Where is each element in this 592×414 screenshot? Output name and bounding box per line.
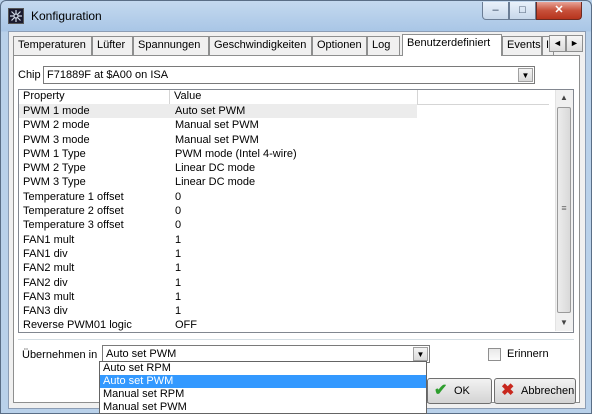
value-cell[interactable]: Auto set PWM bbox=[175, 104, 245, 118]
remember-label: Erinnern bbox=[507, 348, 549, 360]
property-cell: FAN3 div bbox=[23, 305, 68, 318]
dropdown-option[interactable]: Manual set PWM bbox=[100, 401, 426, 414]
table-row[interactable]: PWM 1 mode Auto set PWM bbox=[19, 104, 417, 119]
chip-value: F71889F at $A00 on ISA bbox=[47, 69, 169, 81]
table-row[interactable]: PWM 3 mode Manual set PWM bbox=[19, 133, 549, 147]
scroll-thumb[interactable]: ≡ bbox=[557, 107, 571, 313]
property-cell: PWM 1 Type bbox=[23, 147, 86, 160]
table-row[interactable]: Temperature 1 offset 0 bbox=[19, 190, 549, 204]
property-cell: PWM 3 Type bbox=[23, 176, 86, 189]
apply-label: Übernehmen in bbox=[22, 349, 98, 361]
tab-luefter[interactable]: Lüfter bbox=[92, 36, 133, 55]
value-cell[interactable]: 0 bbox=[175, 218, 181, 232]
tab-temperaturen[interactable]: Temperaturen bbox=[13, 36, 92, 55]
value-cell[interactable]: Manual set PWM bbox=[175, 118, 259, 132]
table-row[interactable]: Reverse PWM01 logic OFF bbox=[19, 318, 549, 332]
table-row[interactable]: FAN2 mult 1 bbox=[19, 261, 549, 275]
value-cell[interactable]: Linear DC mode bbox=[175, 161, 255, 175]
value-cell[interactable]: 1 bbox=[175, 247, 181, 261]
property-cell: Reverse PWM01 logic bbox=[23, 319, 132, 332]
table-row[interactable]: PWM 1 Type PWM mode (Intel 4-wire) bbox=[19, 147, 549, 161]
dialog-client: Temperaturen Lüfter Spannungen Geschwind… bbox=[8, 31, 586, 409]
property-cell: FAN1 div bbox=[23, 247, 68, 260]
chip-label: Chip bbox=[18, 69, 41, 81]
table-row[interactable]: FAN2 div 1 bbox=[19, 276, 549, 290]
value-cell[interactable]: Manual set PWM bbox=[175, 133, 259, 147]
tab-geschwindigkeiten[interactable]: Geschwindigkeiten bbox=[209, 36, 312, 55]
dropdown-option[interactable]: Auto set RPM bbox=[100, 362, 426, 375]
chip-select[interactable]: F71889F at $A00 on ISA ▼ bbox=[43, 66, 535, 84]
apply-dropdown-list: Auto set RPM Auto set PWM Manual set RPM… bbox=[99, 361, 427, 414]
value-cell[interactable]: Linear DC mode bbox=[175, 175, 255, 189]
scroll-down-icon[interactable]: ▼ bbox=[556, 315, 572, 331]
property-cell: FAN1 mult bbox=[23, 233, 75, 246]
table-row[interactable]: PWM 2 mode Manual set PWM bbox=[19, 118, 549, 132]
chevron-down-icon[interactable]: ▼ bbox=[413, 347, 428, 361]
property-cell: Temperature 2 offset bbox=[23, 205, 124, 218]
cross-icon: ✖ bbox=[501, 382, 515, 399]
value-cell[interactable]: 1 bbox=[175, 233, 181, 247]
column-value[interactable]: Value bbox=[170, 90, 418, 104]
scroll-up-icon[interactable]: ▲ bbox=[556, 90, 572, 106]
value-cell[interactable]: 1 bbox=[175, 261, 181, 275]
property-cell: Temperature 1 offset bbox=[23, 190, 124, 203]
column-property[interactable]: Property bbox=[19, 90, 170, 104]
maximize-button[interactable]: □ bbox=[509, 2, 536, 20]
dropdown-option-highlighted[interactable]: Auto set PWM bbox=[100, 375, 426, 388]
checkmark-icon: ✔ bbox=[434, 382, 448, 399]
tab-events[interactable]: Events bbox=[502, 36, 542, 55]
tab-benutzerdefiniert[interactable]: Benutzerdefiniert bbox=[402, 34, 502, 56]
property-grid: Property Value PWM 1 mode Auto set PWM PWM… bbox=[18, 89, 574, 333]
table-row[interactable]: Temperature 2 offset 0 bbox=[19, 204, 549, 218]
value-cell[interactable]: 1 bbox=[175, 304, 181, 318]
tab-scroll-left-button[interactable]: ◄ bbox=[549, 35, 566, 52]
config-window: Konfiguration – □ ✕ Temperaturen Lüfter … bbox=[0, 0, 592, 414]
table-row[interactable]: FAN3 mult 1 bbox=[19, 290, 549, 304]
value-cell[interactable]: 0 bbox=[175, 204, 181, 218]
grid-header: Property Value bbox=[19, 90, 549, 105]
tab-scroll-right-button[interactable]: ► bbox=[566, 35, 583, 52]
ok-button[interactable]: ✔ OK bbox=[427, 378, 492, 404]
cancel-label: Abbrechen bbox=[521, 385, 575, 397]
ok-label: OK bbox=[454, 385, 470, 397]
property-cell: PWM 1 mode bbox=[23, 105, 90, 117]
property-cell: FAN2 mult bbox=[23, 262, 75, 275]
property-cell: PWM 2 Type bbox=[23, 162, 86, 175]
table-row[interactable]: FAN1 div 1 bbox=[19, 247, 549, 261]
property-cell: PWM 2 mode bbox=[23, 119, 90, 132]
tab-log[interactable]: Log bbox=[367, 36, 400, 55]
apply-value: Auto set PWM bbox=[106, 348, 177, 360]
table-row[interactable]: PWM 2 Type Linear DC mode bbox=[19, 161, 549, 175]
table-row[interactable]: FAN1 mult 1 bbox=[19, 233, 549, 247]
value-cell[interactable]: PWM mode (Intel 4-wire) bbox=[175, 147, 297, 161]
tab-spannungen[interactable]: Spannungen bbox=[133, 36, 209, 55]
divider bbox=[18, 339, 574, 340]
table-row[interactable]: PWM 3 Type Linear DC mode bbox=[19, 175, 549, 189]
close-button[interactable]: ✕ bbox=[536, 2, 582, 20]
table-row[interactable]: Temperature 3 offset 0 bbox=[19, 218, 549, 232]
value-cell[interactable]: 1 bbox=[175, 290, 181, 304]
table-row[interactable]: FAN3 div 1 bbox=[19, 304, 549, 318]
remember-checkbox[interactable] bbox=[488, 348, 501, 361]
grid-rows: PWM 1 mode Auto set PWM PWM 2 mode Manual s… bbox=[19, 104, 549, 332]
benutzerdefiniert-panel: Chip F71889F at $A00 on ISA ▼ Property V… bbox=[13, 55, 580, 403]
property-cell: Temperature 3 offset bbox=[23, 219, 124, 232]
cancel-button[interactable]: ✖ Abbrechen bbox=[494, 378, 576, 404]
value-cell[interactable]: 0 bbox=[175, 190, 181, 204]
property-cell: FAN3 mult bbox=[23, 290, 75, 303]
tab-strip: Temperaturen Lüfter Spannungen Geschwind… bbox=[13, 34, 583, 56]
property-cell: FAN2 div bbox=[23, 276, 68, 289]
app-icon bbox=[8, 8, 24, 24]
window-title: Konfiguration bbox=[31, 9, 102, 23]
minimize-button[interactable]: – bbox=[482, 2, 509, 20]
chevron-down-icon[interactable]: ▼ bbox=[518, 68, 533, 82]
title-bar[interactable]: Konfiguration – □ ✕ bbox=[1, 1, 591, 31]
value-cell[interactable]: 1 bbox=[175, 276, 181, 290]
value-cell[interactable]: OFF bbox=[175, 318, 197, 332]
tab-optionen[interactable]: Optionen bbox=[312, 36, 367, 55]
dropdown-option[interactable]: Manual set RPM bbox=[100, 388, 426, 401]
vertical-scrollbar[interactable]: ▲ ≡ ▼ bbox=[555, 90, 573, 331]
property-cell: PWM 3 mode bbox=[23, 133, 90, 146]
